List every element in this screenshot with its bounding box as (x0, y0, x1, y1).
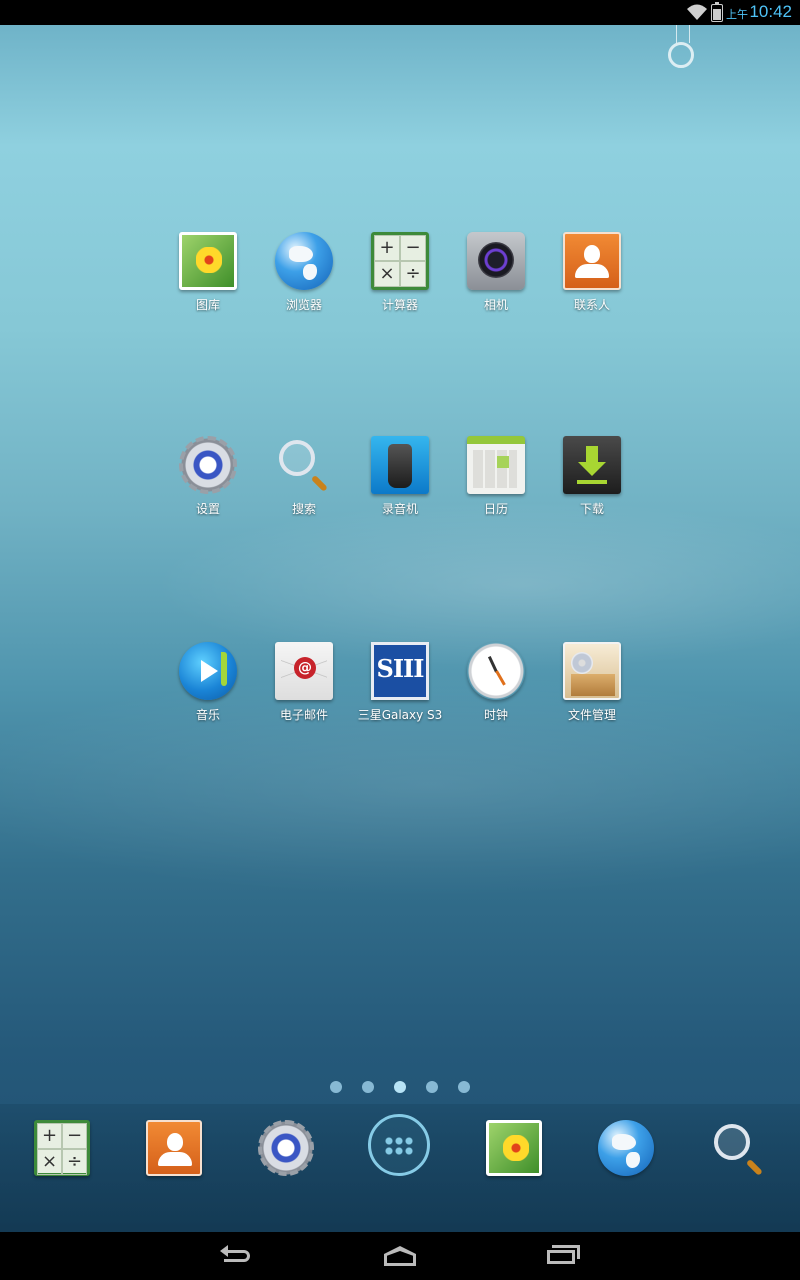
home-icon[interactable] (382, 1242, 422, 1270)
app-label: 录音机 (381, 502, 418, 516)
page-dot-active[interactable] (394, 1081, 406, 1093)
app-calculator[interactable]: + − × ÷ 计算器 (352, 232, 448, 313)
music-player-icon (179, 642, 237, 700)
app-galaxy-s3[interactable]: SIII 三星Galaxy S3 (352, 642, 448, 723)
camera-icon (467, 232, 525, 290)
page-dot[interactable] (330, 1081, 342, 1093)
battery-charging-icon (711, 2, 723, 22)
contacts-icon[interactable] (146, 1120, 202, 1176)
app-search[interactable]: 搜索 (256, 436, 352, 517)
file-manager-icon (563, 642, 621, 700)
app-calendar[interactable]: 日历 (448, 436, 544, 517)
page-indicator (0, 1078, 800, 1097)
app-downloads[interactable]: 下载 (544, 436, 640, 517)
status-bar: 上午 10:42 (0, 0, 800, 25)
browser-globe-icon (275, 232, 333, 290)
gallery-icon (179, 232, 237, 290)
app-label: 相机 (483, 298, 508, 312)
galaxy-s3-icon: SIII (371, 642, 429, 700)
app-label: 下载 (579, 502, 604, 516)
voice-recorder-icon (371, 436, 429, 494)
app-label: 搜索 (291, 502, 316, 516)
ring-string-decoration (676, 25, 690, 43)
calc-divide: ÷ (400, 261, 426, 287)
settings-gear-icon[interactable] (258, 1120, 314, 1176)
apps-drawer-icon (384, 1136, 414, 1156)
page-dot[interactable] (362, 1081, 374, 1093)
calc-minus: − (400, 235, 426, 261)
calc-times: × (374, 261, 400, 287)
app-settings[interactable]: 设置 (160, 436, 256, 517)
search-magnifier-icon[interactable] (710, 1120, 766, 1176)
page-dot[interactable] (426, 1081, 438, 1093)
page-dot[interactable] (458, 1081, 470, 1093)
app-label: 日历 (483, 502, 508, 516)
download-icon (563, 436, 621, 494)
calc-plus: + (374, 235, 400, 261)
settings-gear-icon (179, 436, 237, 494)
app-camera[interactable]: 相机 (448, 232, 544, 313)
app-label: 浏览器 (285, 298, 322, 312)
navigation-bar (0, 1232, 800, 1280)
recent-apps-icon[interactable] (543, 1242, 583, 1270)
calc-minus: − (62, 1123, 87, 1149)
email-icon (275, 642, 333, 700)
app-browser[interactable]: 浏览器 (256, 232, 352, 313)
app-file-manager[interactable]: 文件管理 (544, 642, 640, 723)
app-gallery[interactable]: 图库 (160, 232, 256, 313)
app-label: 时钟 (483, 708, 508, 722)
browser-globe-icon[interactable] (598, 1120, 654, 1176)
status-ampm: 上午 (726, 9, 748, 21)
app-label: 图库 (195, 298, 220, 312)
calc-times: × (37, 1149, 62, 1175)
calculator-icon[interactable]: + − × ÷ (34, 1120, 90, 1176)
app-contacts[interactable]: 联系人 (544, 232, 640, 313)
galaxy-s3-icon-text: SIII (376, 654, 424, 683)
wifi-icon (687, 4, 707, 20)
app-email[interactable]: 电子邮件 (256, 642, 352, 723)
app-clock[interactable]: 时钟 (448, 642, 544, 723)
app-label: 三星Galaxy S3 (357, 708, 443, 722)
clock-icon (467, 642, 525, 700)
app-voice-recorder[interactable]: 录音机 (352, 436, 448, 517)
gallery-icon[interactable] (486, 1120, 542, 1176)
app-label: 联系人 (573, 298, 610, 312)
calendar-icon (467, 436, 525, 494)
contacts-icon (563, 232, 621, 290)
calc-divide: ÷ (62, 1149, 87, 1175)
app-label: 音乐 (195, 708, 220, 722)
app-label: 设置 (195, 502, 220, 516)
back-icon[interactable] (218, 1242, 258, 1270)
app-label: 电子邮件 (279, 708, 328, 722)
app-label: 计算器 (381, 298, 418, 312)
home-wallpaper (0, 25, 800, 1232)
app-music[interactable]: 音乐 (160, 642, 256, 723)
apps-drawer-button[interactable] (368, 1114, 430, 1176)
calc-plus: + (37, 1123, 62, 1149)
ring-decoration (668, 42, 694, 68)
search-magnifier-icon (275, 436, 333, 494)
status-time: 10:42 (749, 2, 792, 21)
app-label: 文件管理 (567, 708, 616, 722)
calculator-icon: + − × ÷ (371, 232, 429, 290)
